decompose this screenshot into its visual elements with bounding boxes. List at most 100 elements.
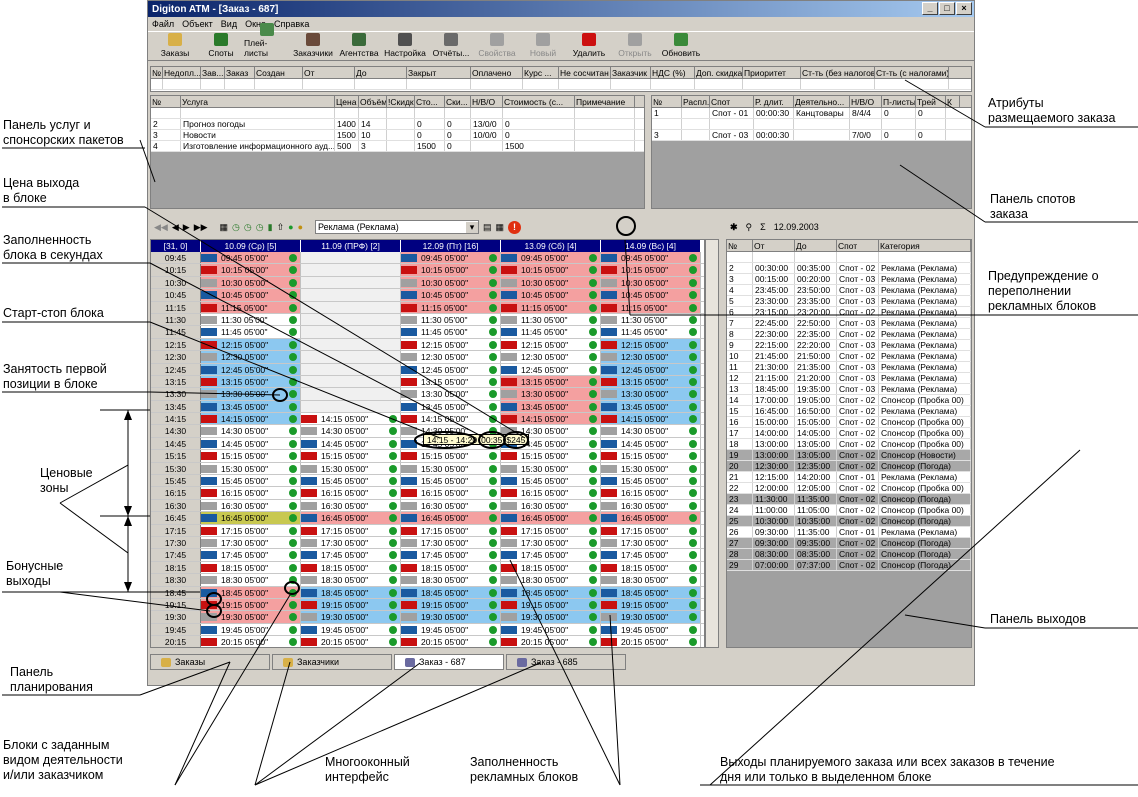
schedule-cell[interactable]: 10:45 05'00" xyxy=(401,289,501,301)
schedule-cell[interactable]: 16:15 05'00" xyxy=(601,487,701,499)
tab-3[interactable]: Заказ - 685 xyxy=(506,654,626,670)
schedule-cell[interactable]: 17:30 05'00" xyxy=(301,536,401,549)
schedule-cell[interactable]: 17:45 05'00" xyxy=(501,549,601,561)
schedule-cell[interactable]: 10:15 05'00" xyxy=(601,264,701,276)
schedule-cell[interactable]: 12:30 05'00" xyxy=(601,351,701,363)
schedule-cell[interactable]: 12:45 05'00" xyxy=(501,363,601,375)
schedule-cell[interactable]: 13:15 05'00" xyxy=(501,375,601,388)
asterisk-icon[interactable]: ✱ xyxy=(730,222,738,233)
column-header[interactable]: № xyxy=(151,96,181,107)
schedule-cell[interactable]: 16:15 05'00" xyxy=(201,487,301,499)
schedule-cell[interactable]: 11:15 05'00" xyxy=(501,301,601,313)
schedule-cell[interactable]: 18:45 05'00" xyxy=(601,586,701,598)
column-header[interactable]: П-листы xyxy=(882,96,916,107)
schedule-cell[interactable]: 19:30 05'00" xyxy=(501,611,601,623)
schedule-cell[interactable]: 16:30 05'00" xyxy=(201,499,301,512)
category-select[interactable]: Реклама (Реклама) ▾ xyxy=(315,220,479,234)
column-header[interactable]: Р. длит. xyxy=(754,96,794,107)
table-row[interactable]: 14 17:00:00 19:05:00 Спот - 02 Спонсор (Проб… xyxy=(727,395,971,406)
column-header[interactable]: Стоимость (с... xyxy=(503,96,575,107)
schedule-cell[interactable]: 13:15 05'00" xyxy=(601,375,701,388)
schedule-cell[interactable]: 20:15 05'00" xyxy=(301,636,401,647)
schedule-cell[interactable]: 12:15 05'00" xyxy=(401,338,501,351)
schedule-cell[interactable]: 11:30 05'00" xyxy=(601,313,701,326)
schedule-cell[interactable]: 13:45 05'00" xyxy=(201,400,301,413)
schedule-cell[interactable]: 16:45 05'00" xyxy=(601,512,701,524)
table-row[interactable]: 24 11:00:00 11:05:00 Спот - 02 Спонсор (Проб… xyxy=(727,505,971,516)
table-row[interactable]: 4 Изготовление информационного ауд... 500 3… xyxy=(151,141,644,152)
schedule-cell[interactable] xyxy=(301,375,401,388)
schedule-cell[interactable]: 17:30 05'00" xyxy=(601,536,701,549)
schedule-cell[interactable]: 09:45 05'00" xyxy=(501,252,601,264)
column-header[interactable]: Спот xyxy=(710,96,754,107)
schedule-cell[interactable]: 15:45 05'00" xyxy=(301,475,401,487)
column-header[interactable]: Услуга xyxy=(181,96,335,107)
schedule-cell[interactable]: 19:45 05'00" xyxy=(301,623,401,636)
schedule-cell[interactable]: 16:15 05'00" xyxy=(301,487,401,499)
day-header[interactable]: 14.09 (Вс) [4] xyxy=(601,240,701,252)
traffic-light-icon[interactable]: ▮ xyxy=(268,222,273,233)
table-row[interactable]: 16 15:00:00 15:05:00 Спот - 02 Спонсор (Проб… xyxy=(727,417,971,428)
menu-item-2[interactable]: Вид xyxy=(221,19,237,29)
schedule-cell[interactable]: 10:30 05'00" xyxy=(401,276,501,289)
toolbar-button-3[interactable]: Заказчики xyxy=(290,33,336,60)
schedule-cell[interactable]: 13:45 05'00" xyxy=(501,400,601,413)
schedule-cell[interactable]: 20:15 05'00" xyxy=(401,636,501,647)
day-header[interactable]: 11.09 (ПРФ) [2] xyxy=(301,240,401,252)
schedule-cell[interactable]: 19:15 05'00" xyxy=(401,598,501,611)
nav-last-icon[interactable]: ▶▶ xyxy=(194,222,208,233)
schedule-cell[interactable]: 20:15 05'00" xyxy=(501,636,601,647)
report-icon[interactable]: ▦ xyxy=(496,222,505,233)
schedule-cell[interactable]: 17:15 05'00" xyxy=(401,524,501,536)
schedule-cell[interactable]: 18:15 05'00" xyxy=(201,561,301,574)
table-row[interactable]: 25 10:30:00 10:35:00 Спот - 02 Спонсор (Пого… xyxy=(727,516,971,527)
schedule-cell[interactable]: 11:45 05'00" xyxy=(201,326,301,338)
schedule-cell[interactable] xyxy=(301,289,401,301)
table-row[interactable]: 23 11:30:00 11:35:00 Спот - 02 Спонсор (Пого… xyxy=(727,494,971,505)
table-row[interactable]: 687 10.09.2003 10.09.2003 24.09.2003 30 Дигит… xyxy=(151,79,971,90)
schedule-cell[interactable]: 12:45 05'00" xyxy=(601,363,701,375)
column-header[interactable]: От xyxy=(753,240,795,251)
schedule-cell[interactable]: 14:15 05'00" xyxy=(401,413,501,425)
schedule-cell[interactable]: 10:45 05'00" xyxy=(501,289,601,301)
schedule-cell[interactable]: 19:45 05'00" xyxy=(501,623,601,636)
schedule-cell[interactable]: 14:15 05'00" xyxy=(601,413,701,425)
schedule-cell[interactable]: 17:45 05'00" xyxy=(301,549,401,561)
schedule-cell[interactable]: 16:45 05'00" xyxy=(501,512,601,524)
sum-icon[interactable]: Σ xyxy=(760,222,766,232)
schedule-cell[interactable]: 18:15 05'00" xyxy=(301,561,401,574)
schedule-cell[interactable]: 11:30 05'00" xyxy=(501,313,601,326)
day-header[interactable]: 13.09 (Сб) [4] xyxy=(501,240,601,252)
table-row[interactable]: 1 Спот - 01 00:00:30 Канцтовары 8/4/4 0 0 xyxy=(652,108,971,119)
column-header[interactable]: К xyxy=(946,96,960,107)
table-row[interactable]: 29 07:00:00 07:37:00 Спот - 02 Спонсор (Пого… xyxy=(727,560,971,571)
schedule-cell[interactable]: 17:30 05'00" xyxy=(401,536,501,549)
up-arrow-icon[interactable]: ⇧ xyxy=(277,222,285,233)
schedule-cell[interactable]: 17:15 05'00" xyxy=(501,524,601,536)
table-row[interactable]: 4 23:45:00 23:50:00 Спот - 03 Реклама (Рекла… xyxy=(727,285,971,296)
column-header[interactable]: Недопл... xyxy=(163,67,201,78)
schedule-cell[interactable]: 18:45 05'00" xyxy=(501,586,601,598)
column-header[interactable]: Н/В/О xyxy=(471,96,503,107)
toolbar-button-2[interactable]: Плей-листы xyxy=(244,23,290,60)
toolbar-button-10[interactable]: Открыть xyxy=(612,33,658,60)
column-header[interactable]: Доп. скидка xyxy=(695,67,743,78)
table-row[interactable]: 28 08:30:00 08:35:00 Спот - 02 Спонсор (Пого… xyxy=(727,549,971,560)
column-header[interactable]: Не сосчитан xyxy=(559,67,611,78)
schedule-cell[interactable]: 16:45 05'00" xyxy=(301,512,401,524)
schedule-cell[interactable]: 13:30 05'00" xyxy=(601,388,701,400)
schedule-cell[interactable]: 14:45 05'00" xyxy=(601,437,701,450)
schedule-cell[interactable]: 10:15 05'00" xyxy=(401,264,501,276)
toolbar-button-4[interactable]: Агентства xyxy=(336,33,382,60)
toolbar-button-8[interactable]: Новый xyxy=(520,33,566,60)
schedule-cell[interactable]: 14:45 05'00" xyxy=(301,437,401,450)
table-row[interactable]: 12 21:15:00 21:20:00 Спот - 03 Реклама (Рекл… xyxy=(727,373,971,384)
schedule-cell[interactable]: 09:45 05'00" xyxy=(401,252,501,264)
schedule-scrollbar[interactable] xyxy=(705,239,719,648)
column-header[interactable]: Деятельно... xyxy=(794,96,850,107)
schedule-cell[interactable]: 16:15 05'00" xyxy=(501,487,601,499)
table-row[interactable]: 11 21:30:00 21:35:00 Спот - 03 Реклама (Рекл… xyxy=(727,362,971,373)
schedule-cell[interactable]: 11:30 05'00" xyxy=(201,313,301,326)
toolbar-button-11[interactable]: Обновить xyxy=(658,33,704,60)
column-header[interactable]: Ст-ть (с налогами) xyxy=(875,67,949,78)
